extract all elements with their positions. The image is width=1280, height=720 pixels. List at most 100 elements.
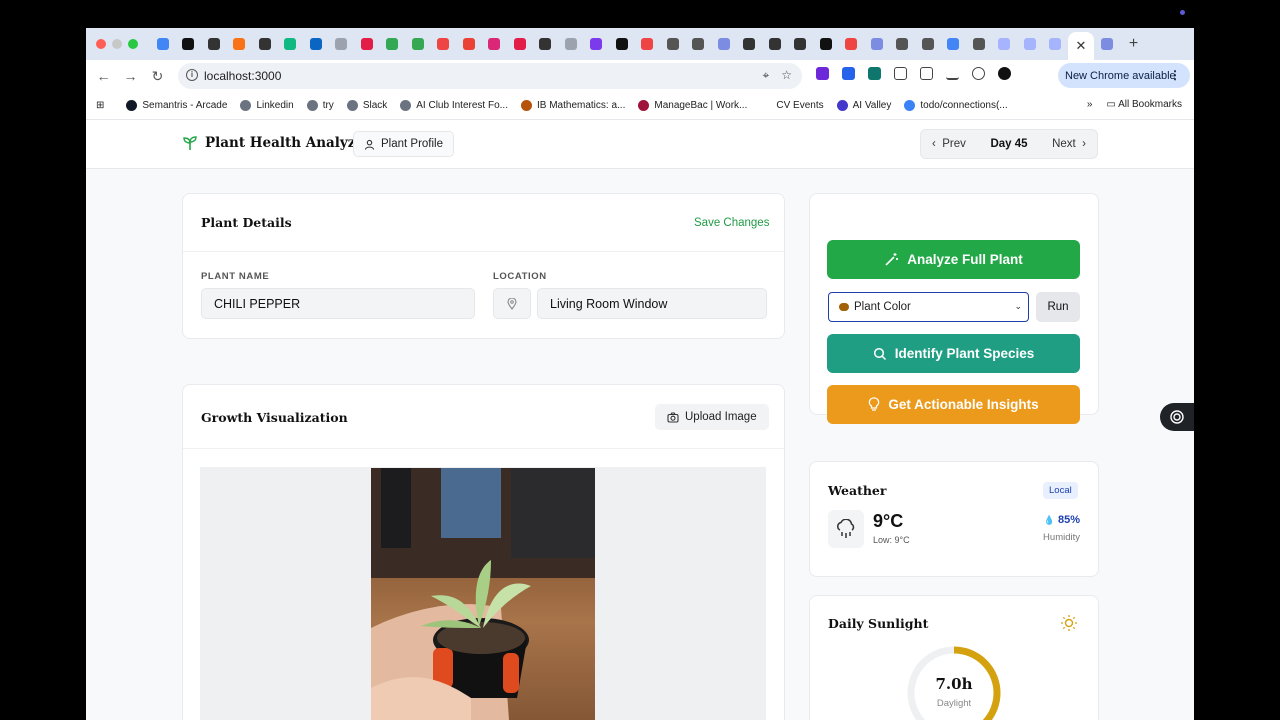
bookmark-item[interactable]: CV Events [760,100,824,111]
tab[interactable] [150,28,176,60]
plant-profile-button[interactable]: Plant Profile [353,131,455,157]
chrome-update-button[interactable]: New Chrome available ⋮ [1058,63,1190,88]
tab[interactable] [482,28,508,60]
forward-button[interactable]: → [117,68,144,84]
download-icon[interactable] [946,67,959,80]
all-bookmarks-button[interactable]: ▭ All Bookmarks [1106,99,1182,110]
prev-day-button[interactable]: ‹ Prev [932,138,966,150]
tab[interactable] [890,28,916,60]
bookmark-item[interactable]: AI Valley [836,100,891,111]
tab[interactable] [533,28,559,60]
back-button[interactable]: ← [90,68,117,84]
tab[interactable] [992,28,1018,60]
reload-button[interactable]: ↻ [144,68,171,85]
maximize-window-button[interactable] [128,39,138,49]
tab[interactable] [686,28,712,60]
analyze-full-plant-button[interactable]: Analyze Full Plant [827,240,1080,279]
get-insights-button[interactable]: Get Actionable Insights [827,385,1080,424]
bookmark-item[interactable]: Slack [346,100,387,111]
tab-search-icon[interactable] [920,67,933,80]
tab[interactable] [303,28,329,60]
tab[interactable] [635,28,661,60]
close-tab-icon[interactable]: ✕ [1076,38,1087,54]
bookmark-item[interactable]: ManageBac | Work... [638,100,747,111]
image-viewer [200,467,766,720]
bookmark-label: todo/connections(... [920,100,1008,111]
tab[interactable] [1017,28,1043,60]
bookmark-item[interactable]: todo/connections(... [904,100,1008,111]
active-tab[interactable]: ✕ [1068,32,1094,60]
avatar[interactable] [998,67,1011,80]
bookmark-favicon-icon [760,100,772,111]
bookmark-item[interactable]: try [306,100,334,111]
bookmark-label: CV Events [776,100,824,111]
identify-species-button[interactable]: Identify Plant Species [827,334,1080,373]
tab[interactable] [227,28,253,60]
apps-grid-icon[interactable]: ⊞ [96,100,104,111]
run-button[interactable]: Run [1036,292,1080,322]
bookmark-item[interactable]: IB Mathematics: a... [520,100,625,111]
location-pin-icon[interactable]: ⌖ [762,68,769,83]
tab[interactable] [711,28,737,60]
sunlight-card: Daily Sunlight 7.0h Daylight [809,595,1099,720]
tab[interactable] [1094,28,1120,60]
tab[interactable] [329,28,355,60]
bookmark-star-icon[interactable]: ☆ [781,68,792,83]
tab[interactable] [507,28,533,60]
humidity-value: 💧 85% [1044,514,1080,526]
upload-image-button[interactable]: Upload Image [655,404,769,430]
tab[interactable] [737,28,763,60]
tab[interactable] [584,28,610,60]
bookmark-favicon-icon [346,100,358,111]
more-bookmarks-icon[interactable]: » [1087,99,1093,110]
tab[interactable] [380,28,406,60]
close-window-button[interactable] [96,39,106,49]
tab[interactable] [762,28,788,60]
app-logo[interactable]: Plant Health Analyzer [182,135,371,151]
tab-favicon-icon [998,38,1011,50]
tab[interactable] [558,28,584,60]
tab-favicon-icon [360,38,373,50]
bookmark-item[interactable]: AI Club Interest Fo... [400,100,508,111]
tab[interactable] [915,28,941,60]
location-input[interactable]: Living Room Window [537,288,767,319]
tab[interactable] [456,28,482,60]
floating-assistant-button[interactable] [1160,403,1194,431]
tab[interactable] [431,28,457,60]
bookmark-item[interactable]: Semantris - Arcade [126,100,227,111]
tab[interactable] [405,28,431,60]
extension-icon[interactable] [972,67,985,80]
tab[interactable] [966,28,992,60]
puzzle-icon[interactable] [894,67,907,80]
new-tab-button[interactable]: + [1120,35,1148,53]
next-day-button[interactable]: Next › [1052,138,1086,150]
tab[interactable] [839,28,865,60]
tab[interactable] [354,28,380,60]
extension-icon[interactable] [842,67,855,80]
location-label: LOCATION [493,271,547,282]
tab[interactable] [278,28,304,60]
search-icon [873,347,886,360]
bookmark-item[interactable]: Linkedin [240,100,294,111]
plant-name-input[interactable]: CHILI PEPPER [201,288,475,319]
tab[interactable] [660,28,686,60]
tab[interactable] [252,28,278,60]
tab[interactable] [201,28,227,60]
tab[interactable] [864,28,890,60]
extension-icon[interactable] [816,67,829,80]
site-info-icon[interactable]: i [186,69,198,81]
map-pin-icon [507,297,517,310]
tab[interactable] [176,28,202,60]
analysis-type-select[interactable]: Plant Color ⌄ [828,292,1029,322]
extension-icon[interactable] [868,67,881,80]
tab[interactable] [813,28,839,60]
chevron-right-icon: › [1082,138,1086,150]
tab[interactable] [609,28,635,60]
more-menu-icon[interactable]: ⋮ [1169,68,1181,82]
tab[interactable] [1043,28,1069,60]
address-bar[interactable]: i localhost:3000 ⌖ ☆ [178,63,802,89]
minimize-window-button[interactable] [112,39,122,49]
tab[interactable] [941,28,967,60]
tab[interactable] [788,28,814,60]
save-changes-button[interactable]: Save Changes [694,217,769,229]
